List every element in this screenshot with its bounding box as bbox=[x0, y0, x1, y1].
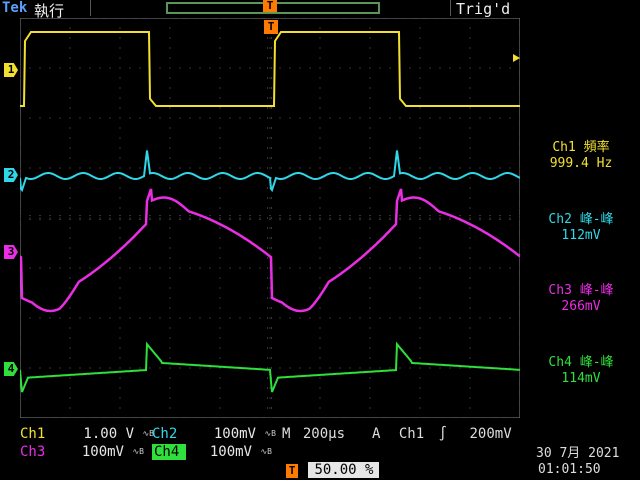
ch4-label: Ch4 bbox=[152, 444, 186, 460]
bandwidth-limit-icon: ∿B bbox=[132, 447, 144, 456]
trigger-status: Trig'd bbox=[456, 0, 511, 18]
measurement-name: Ch1 頻率 bbox=[552, 140, 610, 155]
divider bbox=[450, 0, 451, 16]
ch4-ground-marker[interactable]: 4 bbox=[4, 362, 18, 376]
trigger-position-readout[interactable]: T 50.00 % bbox=[286, 462, 380, 478]
trigger-position-marker-top: T bbox=[263, 0, 277, 12]
measurement-name: Ch2 峰-峰 bbox=[548, 212, 614, 227]
trigger-position-icon: T bbox=[286, 464, 298, 478]
timebase-mode: M bbox=[282, 426, 291, 442]
ch2-scale: 100mV bbox=[213, 426, 256, 442]
measurement-value: 266mV bbox=[561, 299, 601, 314]
ch3-scale-readout[interactable]: Ch3 100mV ∿B bbox=[20, 444, 144, 460]
trigger-type: A bbox=[372, 426, 381, 442]
ch3-label: Ch3 bbox=[20, 444, 46, 460]
ch1-ground-marker[interactable]: 1 bbox=[4, 63, 18, 77]
divider bbox=[90, 0, 91, 16]
measurement-name: Ch3 峰-峰 bbox=[548, 283, 614, 298]
measurement-ch3-peak-to-peak[interactable]: Ch3 峰-峰 266mV bbox=[526, 283, 636, 315]
trigger-position-value: 50.00 % bbox=[308, 462, 380, 478]
timebase-readout[interactable]: M 200µs bbox=[282, 426, 345, 442]
date-readout: 30 7月 2021 bbox=[536, 446, 620, 461]
trigger-readout[interactable]: A Ch1 ∫ 200mV bbox=[372, 426, 512, 442]
measurement-value: 999.4 Hz bbox=[549, 156, 613, 171]
ch4-scale-readout[interactable]: Ch4 100mV ∿B bbox=[152, 444, 272, 460]
measurement-name: Ch4 峰-峰 bbox=[548, 355, 614, 370]
waveform-display[interactable] bbox=[20, 18, 520, 418]
timebase-value: 200µs bbox=[302, 426, 346, 442]
trigger-source: Ch1 bbox=[398, 426, 425, 442]
ch1-scale-readout[interactable]: Ch1 1.00 V ∿B bbox=[20, 426, 154, 442]
ch3-ground-marker[interactable]: 3 bbox=[4, 245, 18, 259]
ch1-scale: 1.00 V bbox=[83, 426, 134, 442]
measurement-ch2-peak-to-peak[interactable]: Ch2 峰-峰 112mV bbox=[526, 212, 636, 244]
ch4-scale: 100mV bbox=[209, 444, 252, 460]
rising-edge-icon: ∫ bbox=[438, 426, 448, 442]
measurement-ch1-frequency[interactable]: Ch1 頻率 999.4 Hz bbox=[526, 140, 636, 172]
measurement-value: 112mV bbox=[561, 228, 601, 243]
ch2-scale-readout[interactable]: Ch2 100mV ∿B bbox=[152, 426, 276, 442]
brand-logo: Tek bbox=[2, 0, 28, 16]
time-readout: 01:01:50 bbox=[538, 462, 601, 477]
trigger-position-marker: T bbox=[264, 20, 278, 34]
measurement-ch4-peak-to-peak[interactable]: Ch4 峰-峰 114mV bbox=[526, 355, 636, 387]
bandwidth-limit-icon: ∿B bbox=[260, 447, 272, 456]
trigger-level: 200mV bbox=[469, 426, 512, 442]
ch3-scale: 100mV bbox=[81, 444, 124, 460]
ch1-label: Ch1 bbox=[20, 426, 46, 442]
ch2-label: Ch2 bbox=[152, 426, 178, 442]
measurement-value: 114mV bbox=[561, 371, 601, 386]
bandwidth-limit-icon: ∿B bbox=[264, 429, 276, 438]
ch2-ground-marker[interactable]: 2 bbox=[4, 168, 18, 182]
